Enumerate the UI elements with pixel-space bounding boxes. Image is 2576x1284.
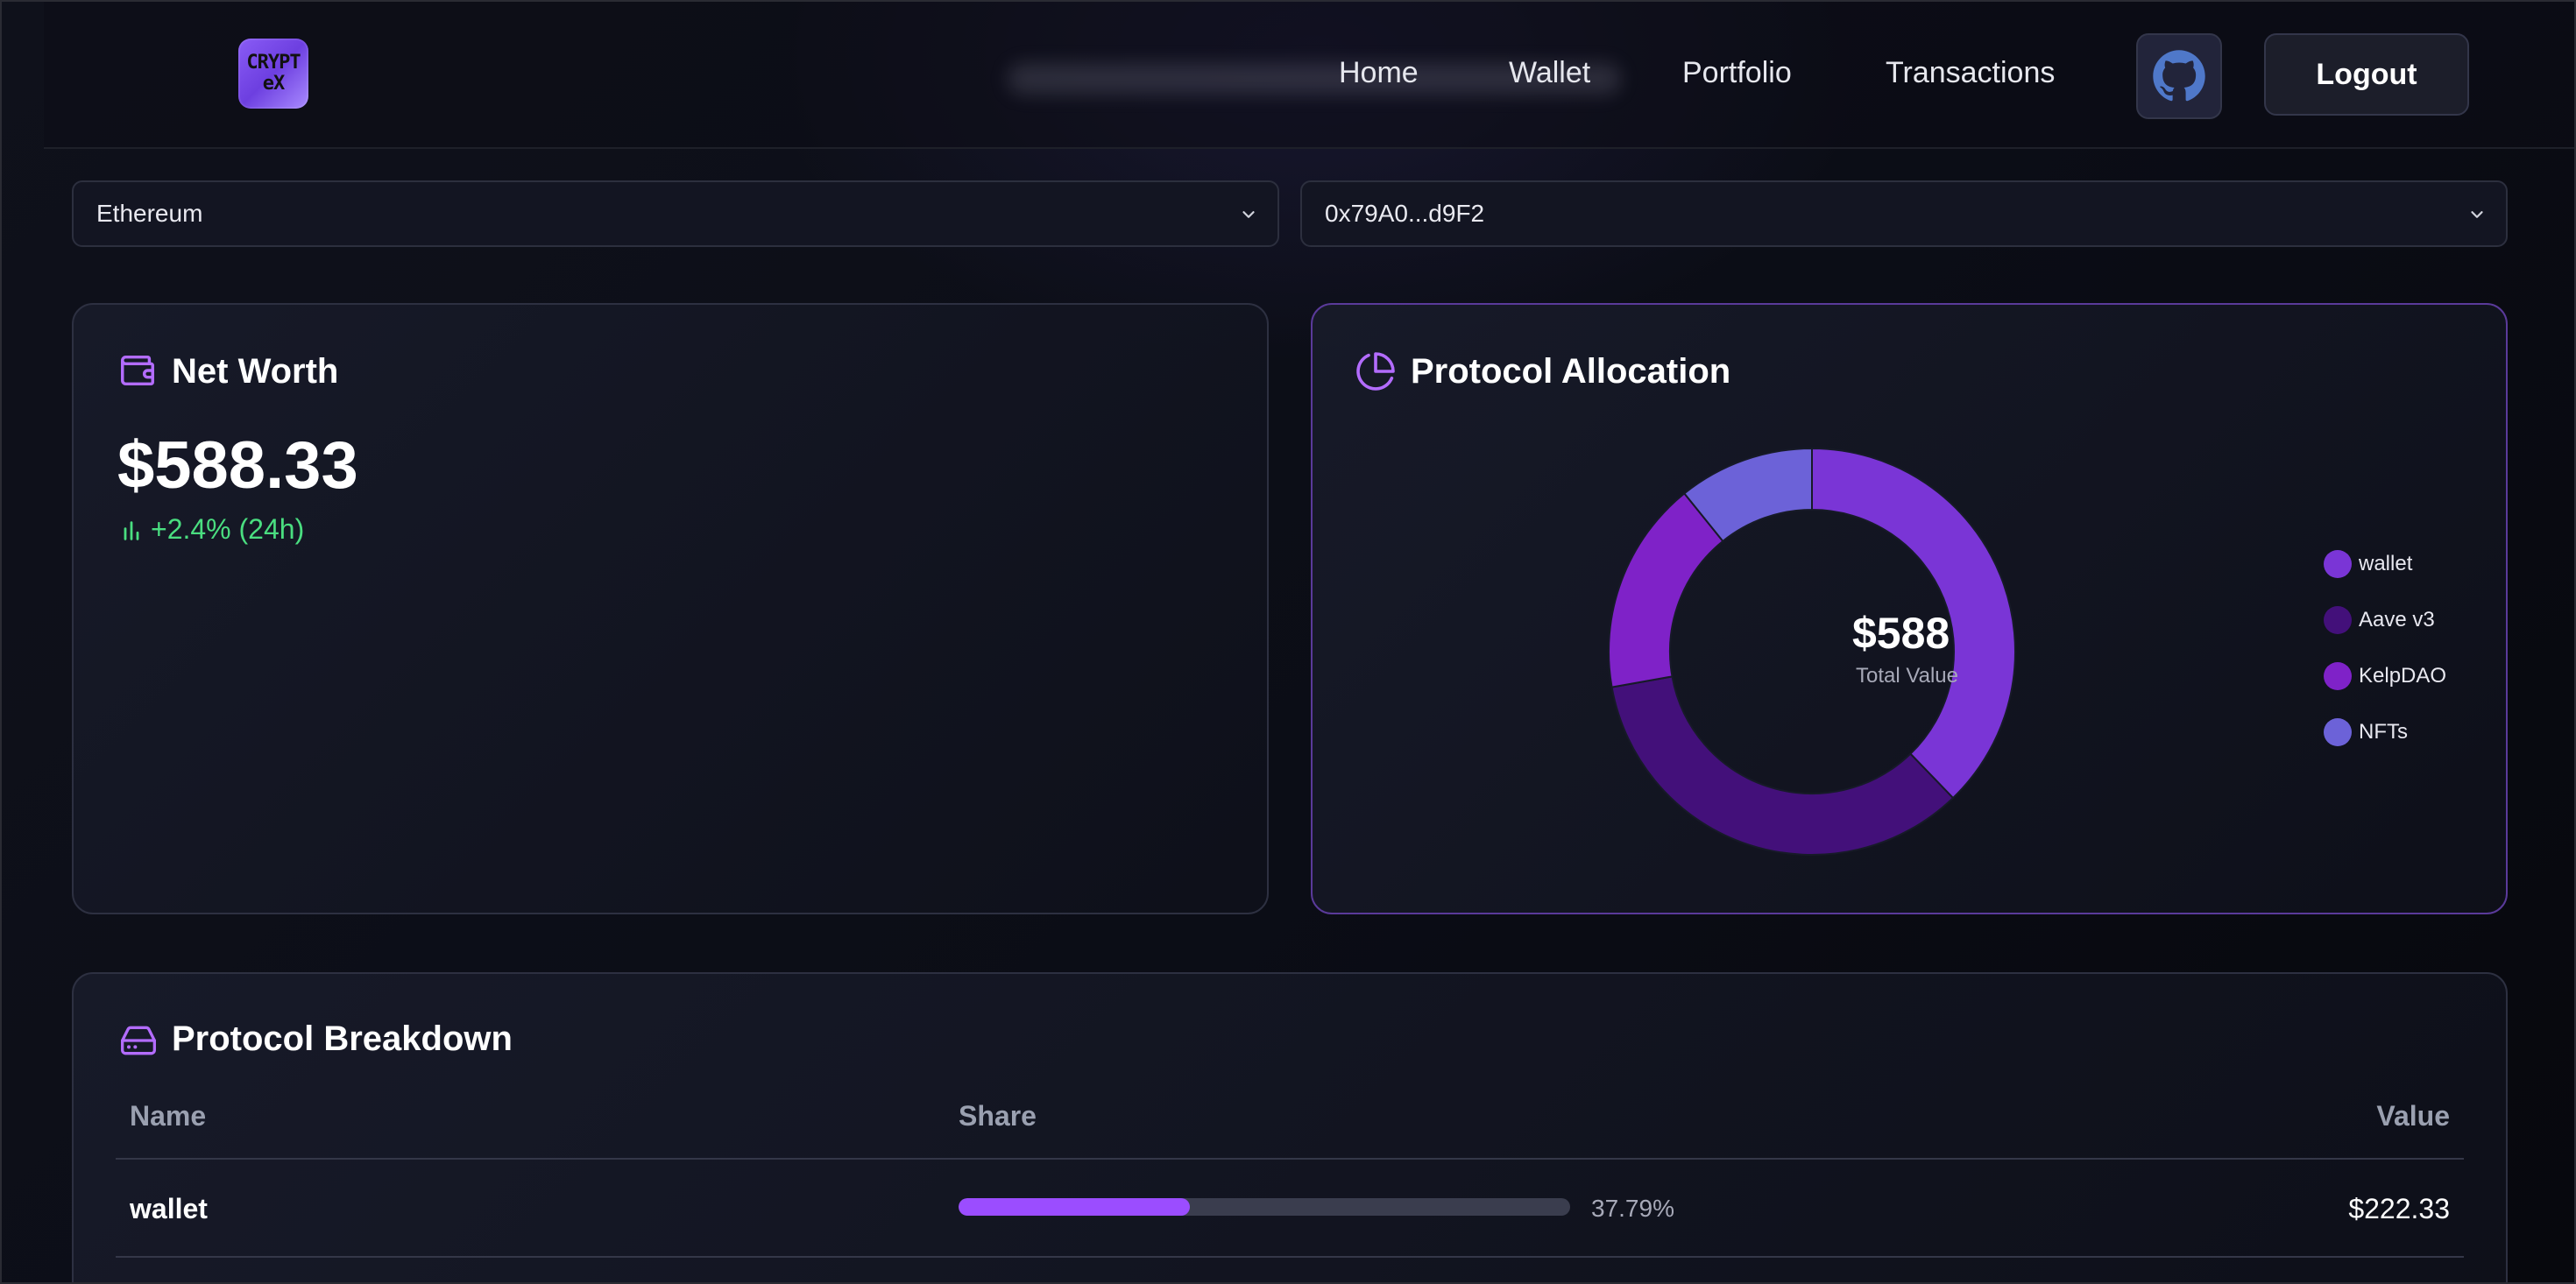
column-header-share[interactable]: Share	[959, 1100, 1037, 1132]
wallet-icon	[121, 355, 154, 386]
net-worth-title: Net Worth	[172, 352, 339, 391]
legend-item-kelpdao[interactable]: KelpDAO	[2324, 660, 2446, 692]
top-navbar: CRYPT eX Home Wallet Portfolio Transacti…	[44, 2, 2574, 149]
net-worth-value: $588.33	[117, 428, 358, 503]
donut-center-label: Total Value	[1856, 664, 1958, 688]
chevron-down-icon	[2471, 211, 2483, 218]
allocation-title: Protocol Allocation	[1411, 352, 1731, 391]
table-header-divider	[116, 1158, 2464, 1160]
legend-dot	[2324, 718, 2352, 746]
share-progress-bar	[959, 1198, 1570, 1216]
app-logo[interactable]: CRYPT eX	[238, 39, 308, 109]
address-select[interactable]: 0x79A0...d9F2	[1300, 180, 2508, 247]
column-header-value[interactable]: Value	[2376, 1100, 2450, 1132]
net-worth-change: +2.4% (24h)	[151, 513, 305, 545]
donut-slice-kelpdao[interactable]	[1608, 492, 1724, 688]
legend-item-wallet[interactable]: wallet	[2324, 548, 2412, 580]
breakdown-title: Protocol Breakdown	[172, 1019, 513, 1058]
share-progress-fill	[959, 1198, 1190, 1216]
donut-center-value: $588	[1852, 609, 1950, 658]
legend-label: wallet	[2359, 552, 2413, 575]
legend-dot	[2324, 662, 2352, 690]
github-icon	[2153, 50, 2205, 102]
legend-dot	[2324, 606, 2352, 634]
logout-button[interactable]: Logout	[2264, 33, 2469, 116]
address-select-value: 0x79A0...d9F2	[1325, 200, 1485, 227]
legend-dot	[2324, 550, 2352, 578]
table-row-divider	[116, 1256, 2464, 1258]
net-worth-card: Net Worth $588.33 +2.4% (24h)	[72, 303, 1269, 914]
legend-item-aave[interactable]: Aave v3	[2324, 604, 2435, 636]
row-value: $222.33	[2348, 1193, 2450, 1224]
github-button[interactable]	[2136, 33, 2222, 119]
column-header-name[interactable]: Name	[130, 1100, 206, 1132]
donut-slice-aave-v3[interactable]	[1610, 675, 1955, 856]
protocol-breakdown-card: Protocol Breakdown Name Share Value wall…	[72, 972, 2508, 1282]
legend-item-nfts[interactable]: NFTs	[2324, 716, 2408, 748]
protocol-allocation-card: Protocol Allocation $588 Total Value wal…	[1311, 303, 2508, 914]
allocation-donut-chart	[1608, 447, 2016, 856]
network-select-value: Ethereum	[96, 200, 203, 227]
legend-label: Aave v3	[2359, 608, 2435, 631]
nav-home[interactable]: Home	[1339, 56, 1419, 95]
nav-portfolio[interactable]: Portfolio	[1682, 56, 1792, 95]
legend-label: NFTs	[2359, 720, 2408, 744]
row-share-percent: 37.79%	[1591, 1195, 1674, 1222]
logo-text-line2: eX	[262, 73, 285, 95]
chevron-down-icon	[1242, 211, 1255, 218]
nav-transactions[interactable]: Transactions	[1886, 56, 2055, 95]
logo-text-line1: CRYPT	[246, 52, 301, 74]
network-select[interactable]: Ethereum	[72, 180, 1279, 247]
legend-label: KelpDAO	[2359, 664, 2447, 688]
pie-chart-icon	[1356, 352, 1395, 391]
bar-chart-icon	[124, 521, 139, 540]
nav-wallet[interactable]: Wallet	[1509, 56, 1590, 95]
hard-drive-icon	[121, 1026, 156, 1055]
row-name: wallet	[130, 1193, 208, 1224]
app-window: CRYPT eX Home Wallet Portfolio Transacti…	[0, 0, 2576, 1284]
